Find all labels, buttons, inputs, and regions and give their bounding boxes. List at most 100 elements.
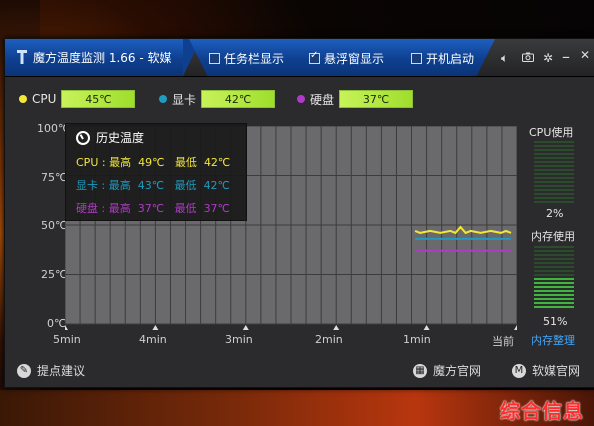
pencil-icon: ✎ (17, 363, 31, 378)
minimize-icon[interactable]: – (562, 47, 570, 66)
legend-min-label: 最低 (174, 179, 197, 192)
x-tick-mark (65, 325, 68, 330)
x-tick-mark (333, 325, 340, 330)
meter-bar (534, 298, 574, 300)
sensor-row: CPU 45℃ 显卡 42℃ 硬盘 37℃ (5, 76, 594, 120)
meter-bar (534, 274, 574, 276)
meter-bar (534, 278, 574, 280)
thermometer-icon (17, 50, 27, 64)
gpu-sensor: 显卡 42℃ (159, 90, 276, 108)
taskbar-display-checkbox[interactable] (209, 53, 220, 64)
legend-min: 42℃ (203, 156, 231, 169)
startup-checkbox[interactable] (411, 53, 422, 64)
meter-bar (534, 290, 574, 292)
meter-bar (534, 185, 574, 187)
meter-bar (534, 294, 574, 296)
temperature-chart-area: 100℃ 75℃ 50℃ 25℃ 0℃ 5min 4min 3min 2min … (5, 120, 594, 355)
legend-row-cpu: CPU : 最高 49℃ 最低 42℃ (76, 156, 231, 169)
meter-bar (534, 149, 574, 151)
disk-temp-box: 37℃ (339, 90, 414, 108)
mofang-site-link[interactable]: ▦ 魔方官网 (413, 362, 481, 379)
x-tick-label: 2min (315, 333, 343, 346)
meter-bar (534, 250, 574, 252)
x-tick-label: 4min (139, 333, 167, 346)
meter-bar (534, 270, 574, 272)
legend-row-gpu: 显卡 : 最高 43℃ 最低 42℃ (76, 179, 230, 192)
cpu-temp-box: 45℃ (61, 90, 136, 108)
meter-bar (534, 302, 574, 304)
grid-icon: ▦ (413, 363, 427, 378)
meter-bar (534, 282, 574, 284)
ruanmei-site-label: 软媒官网 (532, 364, 581, 378)
cpu-sensor: CPU 45℃ (19, 90, 136, 108)
meter-bar (534, 254, 574, 256)
cpu-color-dot (19, 95, 27, 103)
meter-bar (534, 193, 574, 195)
x-tick-mark (514, 325, 517, 330)
meter-bar (534, 181, 574, 183)
legend-min: 37℃ (203, 202, 230, 215)
meter-bar (534, 177, 574, 179)
meter-bar (534, 201, 574, 203)
legend-max-label: 最高 (108, 179, 131, 192)
watermark-text: 综合信息 (500, 399, 584, 423)
x-tick-mark (242, 325, 249, 330)
legend-max: 43℃ (137, 179, 165, 192)
y-tick-label: 25℃ (41, 268, 68, 281)
meter-bar (534, 161, 574, 163)
gpu-temp-box: 42℃ (201, 90, 276, 108)
legend-max-label: 最高 (109, 156, 132, 169)
x-tick-label: 1min (403, 333, 431, 346)
legend-name: CPU (76, 156, 99, 169)
camera-icon[interactable] (522, 51, 534, 65)
meter-bar (534, 189, 574, 191)
meter-bar (534, 153, 574, 155)
floating-window-option[interactable]: 悬浮窗显示 (309, 50, 384, 67)
gpu-label: 显卡 (172, 92, 197, 107)
meter-bar (534, 197, 574, 199)
disk-label: 硬盘 (310, 92, 335, 107)
x-tick-label: 5min (53, 333, 81, 346)
gear-icon[interactable]: ✲ (543, 51, 553, 65)
legend-row-disk: 硬盘 : 最高 37℃ 最低 37℃ (76, 202, 230, 215)
close-icon[interactable]: ✕ (580, 48, 590, 62)
title-bar: 魔方温度监测 1.66 - 软媒 任务栏显示 悬浮窗显示 开机启动 🔈︎ ✲ –… (5, 39, 594, 77)
taskbar-display-option[interactable]: 任务栏显示 (209, 50, 284, 67)
taskbar-display-label: 任务栏显示 (224, 52, 285, 66)
y-tick-label: 0℃ (47, 317, 67, 330)
legend-name: 硬盘 (76, 202, 98, 215)
ruanmei-site-link[interactable]: M 软媒官网 (512, 362, 580, 379)
speaker-icon[interactable]: 🔈︎ (501, 51, 508, 66)
memory-usage-label: 内存使用 (531, 230, 575, 243)
startup-option[interactable]: 开机启动 (411, 50, 474, 67)
floating-window-checkbox[interactable] (309, 50, 320, 64)
legend-min: 42℃ (203, 179, 230, 192)
memory-cleanup-link[interactable]: 内存整理 (531, 332, 575, 348)
cpu-usage-meter (534, 141, 574, 205)
app-window: 魔方温度监测 1.66 - 软媒 任务栏显示 悬浮窗显示 开机启动 🔈︎ ✲ –… (4, 38, 594, 388)
meter-bar (534, 266, 574, 268)
meter-bar (534, 165, 574, 167)
meter-bar (534, 246, 574, 248)
memory-usage-value: 51% (543, 315, 568, 328)
legend-title: 历史温度 (76, 129, 144, 146)
clock-icon (76, 130, 90, 145)
suggest-link[interactable]: ✎ 提点建议 (17, 362, 85, 379)
legend-name: 显卡 (76, 179, 98, 192)
ruanmei-logo-icon: M (512, 363, 526, 378)
x-tick-label: 当前 (492, 335, 514, 348)
memory-usage-meter (534, 246, 574, 310)
meter-bar (534, 169, 574, 171)
cpu-usage-label: CPU使用 (529, 126, 574, 139)
legend-min-label: 最低 (174, 202, 197, 215)
legend-max-label: 最高 (108, 202, 131, 215)
cpu-label: CPU (32, 92, 57, 106)
mofang-site-label: 魔方官网 (433, 364, 482, 378)
legend-max: 37℃ (137, 202, 165, 215)
footer: ✎ 提点建议 ▦ 魔方官网 M 软媒官网 (5, 355, 594, 387)
y-tick-label: 75℃ (41, 171, 68, 184)
y-tick-label: 50℃ (41, 219, 68, 232)
meter-bar (534, 262, 574, 264)
meter-bar (534, 286, 574, 288)
meter-bar (534, 145, 574, 147)
